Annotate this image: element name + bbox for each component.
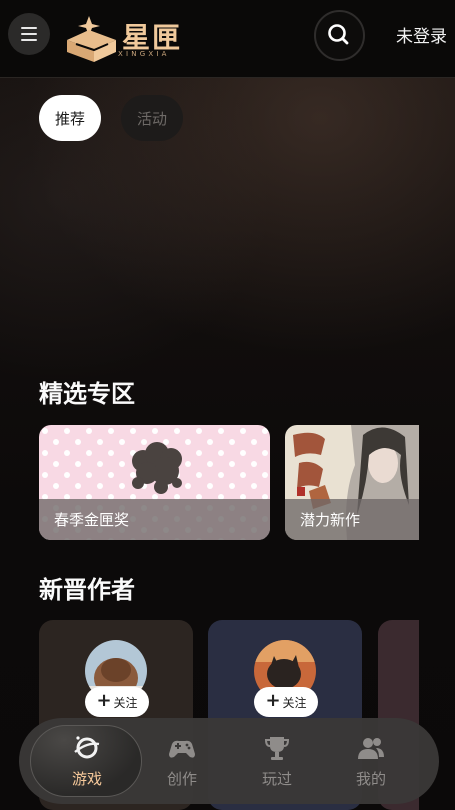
top-bar: 星匣 XINGXIA 未登录 — [0, 0, 455, 78]
tab-activity[interactable]: 活动 — [121, 95, 183, 141]
follow-label: 关注 — [282, 695, 307, 710]
menu-icon — [21, 33, 37, 35]
search-icon — [328, 24, 349, 45]
featured-section-title: 精选专区 — [39, 380, 135, 408]
follow-button[interactable]: + 关注 — [85, 687, 149, 717]
follow-label: 关注 — [113, 695, 138, 710]
login-link[interactable]: 未登录 — [396, 22, 447, 47]
menu-button[interactable] — [8, 13, 50, 55]
gamepad-icon — [169, 740, 195, 758]
zone-card-label: 潜力新作 — [285, 499, 419, 540]
users-icon — [358, 738, 384, 759]
nav-item-create[interactable]: 创作 — [142, 730, 222, 794]
brand-subtitle: XINGXIA — [118, 50, 170, 58]
tab-recommend[interactable]: 推荐 — [39, 95, 101, 141]
authors-section-title: 新晋作者 — [39, 576, 135, 604]
nav-item-games[interactable]: 游戏 — [47, 730, 127, 794]
follow-button[interactable]: + 关注 — [254, 687, 318, 717]
plus-icon: + — [265, 690, 281, 711]
trophy-icon — [264, 737, 290, 760]
zone-card-label: 春季金匣奖 — [39, 499, 270, 540]
search-button[interactable] — [314, 10, 365, 61]
nav-item-mine[interactable]: 我的 — [331, 730, 411, 794]
nav-label: 玩过 — [261, 770, 292, 788]
nav-label: 我的 — [355, 770, 386, 788]
zone-card-spring-award[interactable]: 春季金匣奖 — [39, 425, 270, 540]
plus-icon: + — [96, 690, 112, 711]
zone-card-potential-new[interactable]: 潜力新作 — [285, 425, 419, 540]
menu-icon — [21, 27, 37, 29]
nav-label: 创作 — [166, 770, 197, 788]
nav-label: 游戏 — [71, 770, 102, 788]
game-planet-icon — [74, 736, 100, 759]
menu-icon — [21, 39, 37, 41]
nav-item-played[interactable]: 玩过 — [237, 730, 317, 794]
bottom-nav: 游戏 创作 玩过 我的 — [19, 718, 439, 804]
